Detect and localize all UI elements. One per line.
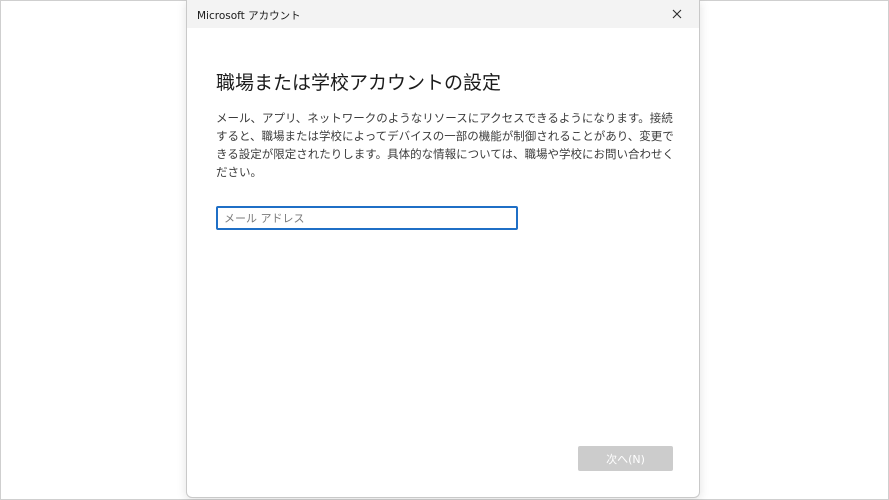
- close-button[interactable]: [655, 0, 699, 28]
- page-title: 職場または学校アカウントの設定: [216, 72, 502, 94]
- window-title: Microsoft アカウント: [197, 10, 301, 22]
- next-button[interactable]: 次へ(N): [578, 446, 673, 471]
- email-field[interactable]: [216, 206, 518, 230]
- description-text: メール、アプリ、ネットワークのようなリソースにアクセスできるようになります。接続…: [216, 111, 675, 179]
- close-icon: [672, 9, 682, 19]
- microsoft-account-dialog: Microsoft アカウント 職場または学校アカウントの設定 メール、アプリ、…: [186, 0, 700, 498]
- title-bar: Microsoft アカウント: [187, 0, 699, 28]
